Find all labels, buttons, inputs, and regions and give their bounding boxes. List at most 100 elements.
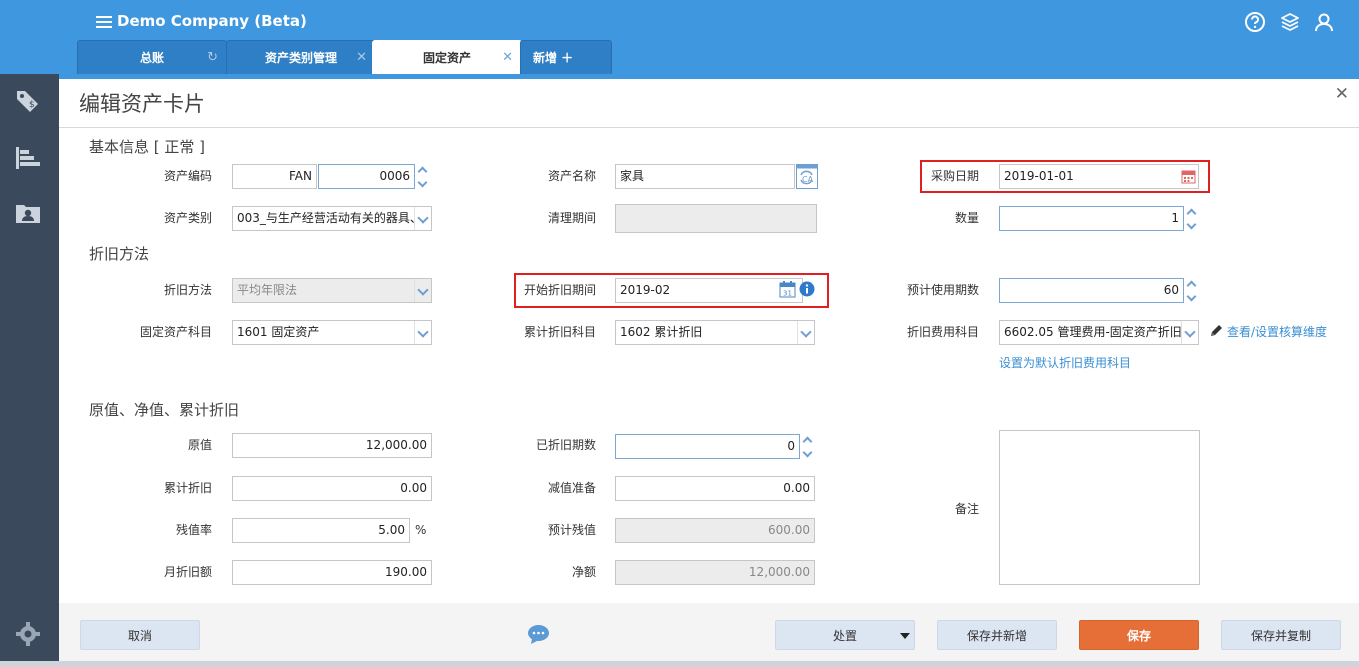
svg-text:$: $	[29, 100, 35, 110]
stepper-down-icon[interactable]	[1185, 219, 1199, 231]
settings-icon[interactable]	[14, 620, 42, 648]
fa-account-label: 固定资产科目	[139, 325, 212, 339]
footer-bar: 取消 处置 保存并新增 保存 保存并复制	[59, 603, 1359, 667]
accum-account-label: 累计折旧科目	[523, 325, 596, 339]
tab-label: 新增 ＋	[533, 51, 574, 65]
contacts-icon[interactable]	[14, 199, 42, 227]
accum-account-value: 1602 累计折旧	[620, 325, 703, 339]
asset-category-select[interactable]: 003_与生产经营活动有关的器具、	[232, 206, 432, 231]
close-icon[interactable]: ✕	[1335, 84, 1349, 104]
section-depreciation-method: 折旧方法	[89, 245, 150, 263]
cleanup-period-field	[615, 204, 817, 233]
depr-method-select: 平均年限法	[232, 278, 432, 303]
stepper-up-icon[interactable]	[801, 434, 815, 446]
residual-rate-label: 残值率	[175, 523, 212, 537]
monthly-depr-field[interactable]: 190.00	[232, 560, 432, 585]
useful-periods-field[interactable]: 60	[999, 278, 1184, 303]
remarks-label: 备注	[954, 502, 979, 516]
asset-name-field[interactable]: 家具	[615, 164, 795, 189]
close-icon[interactable]: ✕	[502, 41, 513, 75]
chevron-down-icon[interactable]	[414, 207, 431, 230]
stepper-up-icon[interactable]	[416, 164, 430, 176]
cancel-button[interactable]: 取消	[80, 620, 200, 650]
section-values: 原值、净值、累计折旧	[89, 401, 240, 419]
net-value-label: 净额	[571, 565, 596, 579]
view-dimensions-link[interactable]: 查看/设置核算维度	[1227, 324, 1327, 340]
stepper-up-icon[interactable]	[1185, 206, 1199, 218]
expense-account-label: 折旧费用科目	[906, 325, 979, 339]
user-icon[interactable]	[1313, 11, 1335, 33]
dispose-dropdown-button[interactable]: 处置	[775, 620, 915, 650]
monthly-depr-label: 月折旧额	[163, 565, 212, 579]
save-button[interactable]: 保存	[1079, 620, 1199, 650]
stepper-down-icon[interactable]	[416, 177, 430, 189]
stepper-down-icon[interactable]	[801, 447, 815, 459]
purchase-date-field[interactable]: 2019-01-01	[999, 164, 1199, 189]
depr-periods-stepper[interactable]	[801, 434, 815, 459]
page-title: 编辑资产卡片	[79, 92, 205, 116]
purchase-date-label: 采购日期	[930, 169, 979, 183]
chat-icon[interactable]	[527, 624, 550, 644]
tab-general-ledger[interactable]: 总账 ↻	[77, 40, 227, 74]
depr-periods-label: 已折旧期数	[535, 438, 596, 452]
tab-fixed-assets[interactable]: 固定资产 ✕	[372, 40, 522, 74]
menu-icon[interactable]	[96, 13, 112, 31]
svg-text:31: 31	[783, 290, 792, 298]
edit-asset-card-panel: 编辑资产卡片 ✕ 基本信息 [ 正常 ] 折旧方法 原值、净值、累计折旧 资产编…	[59, 79, 1359, 667]
asset-code-prefix-field[interactable]: FAN	[232, 164, 317, 189]
original-value-label: 原值	[187, 438, 212, 452]
asset-code-number-field[interactable]: 0006	[318, 164, 415, 189]
accum-account-select[interactable]: 1602 累计折旧	[615, 320, 815, 345]
accum-depr-field[interactable]: 0.00	[232, 476, 432, 501]
translate-icon[interactable]: CA	[796, 164, 818, 189]
calendar-31-icon[interactable]: 31	[779, 281, 796, 298]
set-default-expense-link[interactable]: 设置为默认折旧费用科目	[999, 355, 1131, 371]
asset-code-stepper[interactable]	[416, 164, 430, 189]
chevron-down-icon[interactable]	[797, 321, 814, 344]
save-and-copy-button[interactable]: 保存并复制	[1221, 620, 1341, 650]
impairment-field[interactable]: 0.00	[615, 476, 815, 501]
caret-down-icon	[900, 633, 910, 639]
asset-category-value: 003_与生产经营活动有关的器具、	[237, 211, 422, 225]
remarks-textarea[interactable]	[999, 430, 1200, 585]
calendar-icon[interactable]	[1181, 169, 1196, 184]
depr-periods-field[interactable]: 0	[615, 434, 800, 459]
asset-category-label: 资产类别	[163, 211, 212, 225]
tab-label: 资产类别管理	[264, 51, 337, 65]
layers-icon[interactable]	[1279, 11, 1301, 33]
quantity-label: 数量	[954, 211, 979, 225]
section-basic-info: 基本信息 [ 正常 ]	[89, 138, 206, 156]
chevron-down-icon[interactable]	[414, 321, 431, 344]
taskbar-strip	[0, 661, 1359, 667]
help-icon[interactable]	[1244, 11, 1266, 33]
chevron-down-icon[interactable]	[1181, 321, 1198, 344]
residual-rate-field[interactable]: 5.00	[232, 518, 410, 543]
net-value-field: 12,000.00	[615, 560, 815, 585]
depr-method-label: 折旧方法	[163, 283, 212, 297]
original-value-field[interactable]: 12,000.00	[232, 433, 432, 458]
tab-asset-category[interactable]: 资产类别管理 ✕	[226, 40, 376, 74]
pencil-icon[interactable]	[1209, 323, 1224, 338]
info-icon[interactable]	[799, 281, 815, 297]
expense-account-select[interactable]: 6602.05 管理费用-固定资产折旧	[999, 320, 1199, 345]
depr-method-value: 平均年限法	[237, 283, 298, 297]
tab-new[interactable]: 新增 ＋	[520, 40, 612, 74]
stepper-up-icon[interactable]	[1185, 278, 1199, 290]
useful-periods-stepper[interactable]	[1185, 278, 1199, 303]
quantity-field[interactable]: 1	[999, 206, 1184, 231]
depr-start-field[interactable]: 2019-02	[615, 278, 803, 303]
save-and-new-button[interactable]: 保存并新增	[937, 620, 1057, 650]
est-residual-label: 预计残值	[547, 523, 596, 537]
panel-header: 编辑资产卡片 ✕	[59, 79, 1359, 128]
close-icon[interactable]: ✕	[356, 41, 367, 75]
quantity-stepper[interactable]	[1185, 206, 1199, 231]
app-title[interactable]: Demo Company (Beta)	[96, 10, 307, 32]
refresh-icon[interactable]: ↻	[207, 41, 218, 75]
report-icon[interactable]	[14, 144, 42, 172]
fa-account-select[interactable]: 1601 固定资产	[232, 320, 432, 345]
price-tag-icon[interactable]: $	[14, 87, 42, 115]
depr-start-label: 开始折旧期间	[523, 283, 596, 297]
dispose-label: 处置	[832, 629, 857, 643]
stepper-down-icon[interactable]	[1185, 291, 1199, 303]
accum-depr-label: 累计折旧	[163, 481, 212, 495]
